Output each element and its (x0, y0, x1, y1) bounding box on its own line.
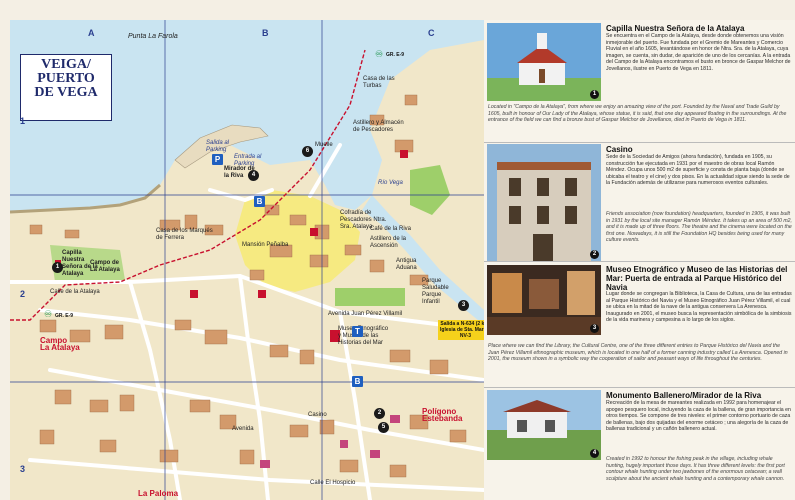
photo-museo: 3 (487, 265, 601, 335)
label-punta-la-farola: Punta La Farola (128, 33, 178, 40)
screenshot-frame: VEIGA/ PUERTO DE VEGA A B C 1 2 3 Punta … (0, 0, 795, 500)
separator-1 (484, 142, 795, 143)
label-antigua-aduana: Antigua Aduana (396, 258, 417, 271)
label-muelle: Muelle (315, 142, 333, 148)
section-monumento: 4 Monumento Ballenero/Mirador de la Riva… (484, 389, 795, 500)
bus-stop-icon-north[interactable]: B (254, 196, 265, 207)
label-parque-saludable: Parque Saludable Parque Infantil (422, 278, 449, 305)
photo-number-4: 4 (590, 449, 599, 458)
label-astillero: Astillero y Almacén de Pescadores (353, 120, 404, 133)
map-title: VEIGA/ PUERTO DE VEGA (20, 54, 112, 121)
section-2-es-text: Sede de la Sociedad de Amigos (ahora fun… (606, 154, 790, 187)
parking-icon[interactable]: P (212, 154, 223, 165)
monument-image (487, 390, 601, 460)
label-museo: Museo Etnográfico y Museo de las Histori… (338, 326, 389, 346)
photo-number-3: 3 (590, 324, 599, 333)
tourist-info-icon[interactable]: T (352, 326, 363, 337)
label-calle-atalaya: Calle de la Atalaya (50, 289, 100, 295)
exit-badge: Salida a N-634 (2 km) Iglesia de Sta. Ma… (438, 320, 484, 340)
chapel-image (487, 23, 601, 101)
section-4-title: Monumento Ballenero/Mirador de la Riva (606, 391, 762, 400)
section-2-title: Casino (606, 145, 633, 154)
gr-label-left: GR. E-9 (55, 313, 74, 319)
bus-stop-icon[interactable]: B (352, 376, 363, 387)
grid-row-3: 3 (20, 464, 26, 474)
photo-casino: 2 (487, 144, 601, 261)
hiker-icon-top: ♾ (375, 49, 384, 59)
park-saludable (335, 288, 405, 306)
grid-col-b: B (262, 28, 269, 38)
title-line-3: DE VEGA (34, 85, 98, 100)
title-line-2: PUERTO (37, 71, 95, 86)
label-salida-parking: Salida al Parking (206, 140, 230, 153)
label-casa-marques: Casa de los Marqués de Ferrera (156, 228, 213, 241)
label-mansion-penalba: Mansión Peñalba (242, 242, 289, 248)
photo-monumento: 4 (487, 390, 601, 460)
label-cafe-riva: Café de la Riva (370, 226, 412, 232)
label-casa-turbas: Casa de las Turbas (363, 76, 395, 89)
photo-capilla: 1 (487, 23, 601, 101)
label-avenida: Avenida (232, 426, 254, 432)
label-poligono: Polígono Estebanda (422, 407, 463, 423)
section-2-en-text: Friends association (now foundation) hea… (606, 211, 792, 244)
casino-image (487, 144, 601, 261)
section-1-en-text: Located in "Campo de la Atalaya", from w… (488, 104, 787, 124)
section-3-es-text: Lugar donde se congregan la Biblioteca, … (606, 291, 792, 324)
label-astillero-ascension: Astillero de la Ascensión (370, 236, 407, 249)
grid-row-1: 1 (20, 116, 26, 126)
town-map[interactable]: VEIGA/ PUERTO DE VEGA A B C 1 2 3 Punta … (10, 20, 484, 500)
section-4-es-text: Recreación de la mesa de mareantes reali… (606, 400, 791, 433)
section-3-en-text: Place where we can find the Library, the… (488, 343, 788, 363)
label-campo-atalaya-small: Campo de La Atalaya (90, 260, 120, 273)
grid-row-2: 2 (20, 289, 26, 299)
label-rio: Río Vega (378, 180, 403, 186)
marker-2[interactable]: 2 (374, 408, 385, 419)
section-4-en-text: Created in 1992 to honour the fishing pe… (606, 456, 785, 482)
photo-number-2: 2 (590, 250, 599, 259)
label-casino: Casino (308, 412, 327, 418)
museum-image (487, 265, 601, 335)
grid-col-a: A (88, 28, 95, 38)
section-1-title: Capilla Nuestra Señora de la Atalaya (606, 24, 745, 33)
separator-3 (484, 387, 795, 388)
separator-2 (484, 261, 795, 262)
marker-6[interactable]: 6 (302, 146, 313, 157)
label-avenida-juan: Avenida Juan Pérez Villamil (328, 311, 403, 317)
label-campo-atalaya-big: Campo La Atalaya (40, 336, 80, 352)
section-1-es-text: Se encuentra en el Campo de la Atalaya, … (606, 33, 791, 72)
top-margin (0, 0, 795, 20)
section-3-title: Museo Etnográfico y Museo de las Histori… (606, 265, 788, 292)
section-casino: 2 Casino Sede de la Sociedad de Amigos (… (484, 144, 795, 261)
section-museo: 3 Museo Etnográfico y Museo de las Histo… (484, 263, 795, 388)
marker-1[interactable]: 1 (52, 262, 63, 273)
photo-number-1: 1 (590, 90, 599, 99)
hiker-icon-left: ♾ (44, 309, 53, 319)
label-el-hospicio: Calle El Hospicio (310, 480, 356, 486)
info-panel: 1 Capilla Nuestra Señora de la Atalaya S… (484, 20, 795, 500)
title-line-1: VEIGA/ (41, 57, 91, 72)
label-la-paloma: La Paloma (138, 489, 179, 498)
grid-col-c: C (428, 28, 435, 38)
gr-label-top: GR. E-9 (386, 52, 405, 58)
marker-5[interactable]: 5 (378, 422, 389, 433)
marker-4[interactable]: 4 (248, 170, 259, 181)
marker-3[interactable]: 3 (458, 300, 469, 311)
section-capilla: 1 Capilla Nuestra Señora de la Atalaya S… (484, 20, 795, 143)
